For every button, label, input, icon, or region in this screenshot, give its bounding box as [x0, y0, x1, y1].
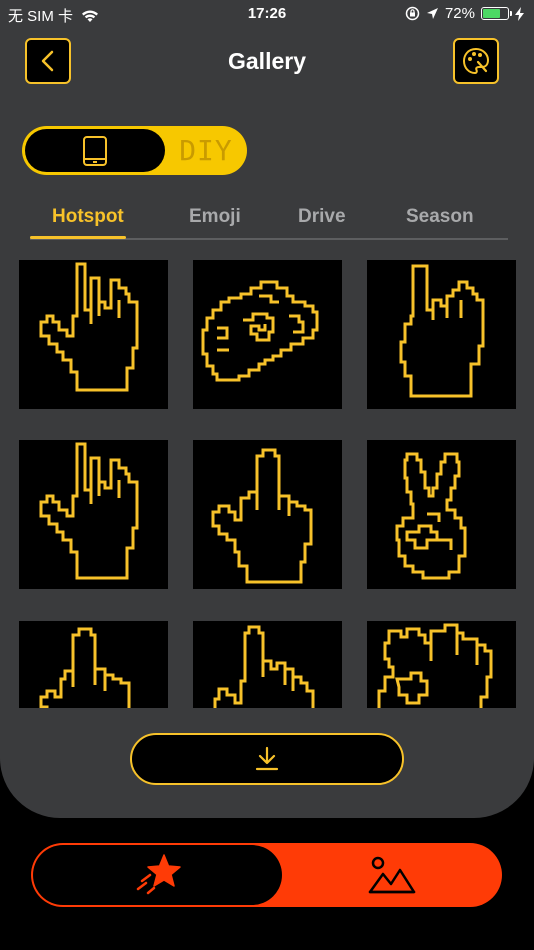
middle-finger-icon — [211, 448, 313, 584]
battery-fill — [483, 9, 500, 18]
battery-icon — [481, 7, 512, 20]
tab-season[interactable]: Season — [406, 206, 474, 228]
gallery-item[interactable] — [19, 621, 168, 708]
palette-button[interactable] — [453, 38, 499, 84]
image-icon — [368, 856, 416, 894]
gallery-item[interactable] — [367, 260, 516, 409]
mode-toggle: DIY — [22, 126, 247, 175]
download-icon — [255, 746, 279, 771]
app-screen: 无 SIM 卡 17:26 72% Gallery DIY Hotspot Em… — [0, 0, 534, 950]
nav-gallery-button[interactable] — [282, 843, 502, 907]
location-icon — [426, 8, 438, 19]
gallery-grid — [19, 260, 516, 708]
rock-hand-icon — [399, 264, 485, 398]
gallery-item[interactable] — [19, 260, 168, 409]
star-icon — [136, 854, 181, 895]
status-bar: 无 SIM 卡 17:26 72% — [0, 0, 534, 30]
gallery-item[interactable] — [367, 440, 516, 589]
ok-hand-icon — [377, 623, 493, 708]
mode-device-option[interactable] — [25, 129, 165, 172]
category-tabs: Hotspot Emoji Drive Season — [30, 206, 508, 240]
tab-drive[interactable]: Drive — [298, 206, 346, 228]
gallery-item[interactable] — [193, 260, 342, 409]
orientation-lock-icon — [405, 6, 420, 21]
nav-favorites-button[interactable] — [33, 845, 282, 905]
battery-nub — [510, 11, 512, 16]
rock-hand-icon — [213, 625, 315, 708]
gallery-item[interactable] — [193, 440, 342, 589]
gallery-item[interactable] — [19, 440, 168, 589]
gallery-item[interactable] — [193, 621, 342, 708]
middle-finger-icon — [39, 627, 131, 708]
tab-hotspot[interactable]: Hotspot — [52, 206, 124, 228]
rock-hand-icon — [39, 442, 139, 580]
tablet-icon — [83, 135, 107, 166]
fist-icon — [201, 280, 319, 382]
palette-icon — [463, 48, 489, 74]
tab-emoji[interactable]: Emoji — [189, 206, 241, 228]
status-right: 72% — [405, 5, 524, 22]
peace-sign-icon — [395, 452, 467, 580]
active-tab-indicator — [30, 236, 126, 239]
mode-diy-option[interactable]: DIY — [165, 126, 247, 175]
gallery-item[interactable] — [367, 621, 516, 708]
download-button[interactable] — [130, 733, 404, 785]
rock-hand-icon — [39, 262, 139, 392]
battery-percent: 72% — [444, 5, 475, 22]
main-panel: 无 SIM 卡 17:26 72% Gallery DIY Hotspot Em… — [0, 0, 534, 818]
charging-icon — [515, 6, 524, 21]
bottom-nav — [31, 843, 502, 907]
